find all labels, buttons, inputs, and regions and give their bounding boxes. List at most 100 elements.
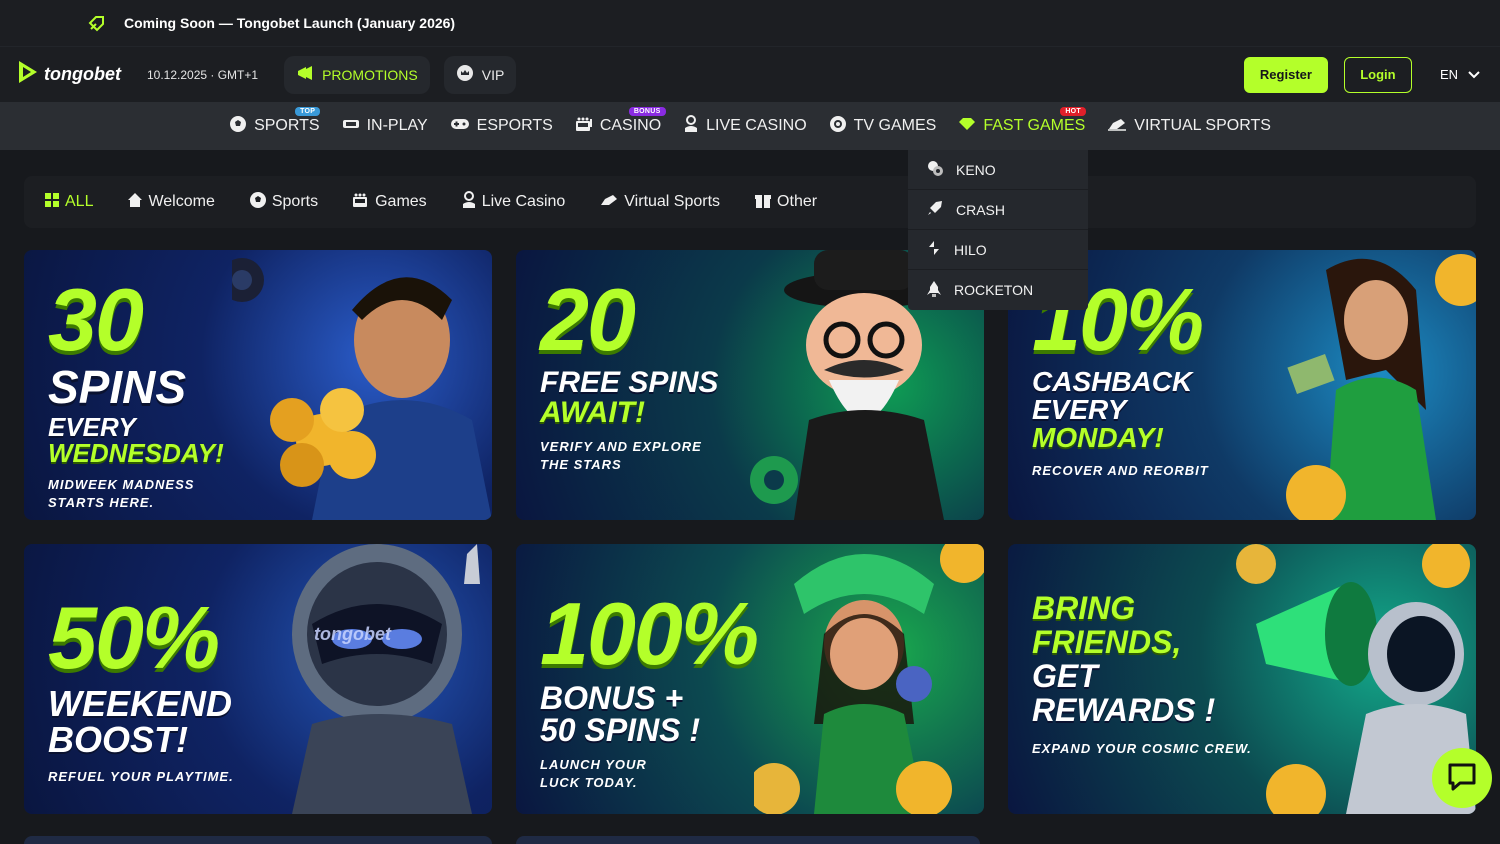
dealer-icon <box>683 114 699 138</box>
card-headline-number: 20 <box>540 270 636 369</box>
nav-tv-games-label: TV GAMES <box>853 117 937 134</box>
nav-virtual-sports[interactable]: VIRTUAL SPORTS <box>1107 102 1271 150</box>
top-badge: TOP <box>295 107 321 116</box>
logo-icon <box>16 59 40 90</box>
dropdown-item-hilo-label: HILO <box>954 241 987 258</box>
announcement-text: Coming Soon — Tongobet Launch (January 2… <box>124 15 456 31</box>
live-chat-button[interactable] <box>1432 748 1492 808</box>
astronaut-helmet-illustration <box>292 544 480 814</box>
filter-welcome-label: Welcome <box>148 193 215 210</box>
card-line: REWARDS ! <box>1032 692 1216 728</box>
card-line: WEDNESDAY! <box>48 438 224 468</box>
promo-card-partial[interactable] <box>516 836 980 844</box>
megaphone-icon <box>296 65 314 84</box>
woman-with-cash-illustration <box>1286 254 1476 520</box>
card-line: MONDAY! <box>1032 422 1164 453</box>
filter-games-label: Games <box>375 193 427 210</box>
gift-icon <box>754 191 772 214</box>
nav-in-play-label: IN-PLAY <box>366 117 428 134</box>
vip-label: VIP <box>481 66 505 83</box>
promotions-label: PROMOTIONS <box>322 66 418 83</box>
card-line: 50 SPINS ! <box>540 712 701 748</box>
promo-card[interactable]: 100% BONUS + 50 SPINS ! LAUNCH YOUR LUCK … <box>516 544 984 814</box>
hot-badge: HOT <box>1060 107 1087 116</box>
promo-card[interactable]: 30 SPINS EVERY WEDNESDAY! MIDWEEK MADNES… <box>24 250 492 520</box>
filter-games[interactable]: Games <box>352 192 427 213</box>
mascot-with-coins-illustration <box>232 258 492 520</box>
soccer-ball-icon <box>229 115 247 138</box>
dropdown-item-keno-label: KENO <box>956 161 996 178</box>
filter-all-label: ALL <box>65 193 94 210</box>
card-subtext: LUCK TODAY. <box>540 774 638 790</box>
filter-live-casino[interactable]: Live Casino <box>461 190 565 214</box>
nav-virtual-sports-label: VIRTUAL SPORTS <box>1134 117 1271 134</box>
card-subtext: THE STARS <box>540 456 622 472</box>
nav-fast-games-label: FAST GAMES <box>983 117 1086 134</box>
helmet-logo-text: tongobet <box>314 624 391 644</box>
card-headline: BRING <box>1032 590 1136 626</box>
nav-live-casino-label: LIVE CASINO <box>706 117 807 134</box>
rocketon-icon <box>926 280 942 301</box>
card-headline-number: 30 <box>48 270 144 369</box>
filter-virtual-sports-label: Virtual Sports <box>624 193 721 210</box>
language-label: EN <box>1439 67 1458 82</box>
card-line: EVERY <box>1032 394 1127 425</box>
nav-casino-label: CASINO <box>599 117 662 134</box>
card-subtext: EXPAND YOUR COSMIC CREW. <box>1032 741 1252 756</box>
promo-card-partial[interactable] <box>24 836 492 844</box>
card-subtext: RECOVER AND REORBIT <box>1032 463 1209 478</box>
running-shoe-icon <box>1107 117 1127 136</box>
dealer-icon <box>461 190 477 214</box>
card-line: FRIENDS, <box>1032 624 1182 660</box>
login-button[interactable]: Login <box>1343 56 1412 93</box>
diamond-icon <box>958 117 976 136</box>
filter-welcome[interactable]: Welcome <box>127 192 215 213</box>
nav-sports[interactable]: SPORTS TOP <box>229 102 321 150</box>
card-subtext: REFUEL YOUR PLAYTIME. <box>48 769 234 784</box>
dropdown-item-hilo[interactable]: HILO <box>908 230 1088 270</box>
dropdown-item-rocketon-label: ROCKETON <box>954 282 1034 298</box>
nav-esports[interactable]: ESPORTS <box>450 102 553 150</box>
nav-live-casino[interactable]: LIVE CASINO <box>683 102 807 150</box>
soccer-ball-icon <box>249 191 267 214</box>
logo-text: tongobet <box>44 64 121 84</box>
filter-other[interactable]: Other <box>754 191 817 214</box>
home-icon <box>127 192 143 213</box>
card-headline: FREE SPINS <box>540 366 719 399</box>
main-nav: SPORTS TOP IN-PLAY ESPORTS CASINO BONUS … <box>0 102 1500 150</box>
running-shoe-icon <box>599 193 619 212</box>
card-subtext: MIDWEEK MADNESS <box>48 477 195 492</box>
filter-other-label: Other <box>777 193 818 210</box>
filter-all[interactable]: ALL <box>44 192 93 213</box>
dropdown-item-crash[interactable]: CRASH <box>908 190 1088 230</box>
rocket-icon <box>926 199 944 220</box>
dropdown-item-rocketon[interactable]: ROCKETON <box>908 270 1088 310</box>
nav-tv-games[interactable]: TV GAMES <box>829 102 937 150</box>
language-selector[interactable]: EN <box>1440 67 1480 82</box>
card-headline: BONUS + <box>540 680 684 716</box>
dropdown-item-keno[interactable]: KENO <box>908 150 1088 190</box>
card-headline: WEEKEND <box>48 683 233 724</box>
promo-card[interactable]: BRING FRIENDS, GET REWARDS ! EXPAND YOUR… <box>1008 544 1476 814</box>
filter-virtual-sports[interactable]: Virtual Sports <box>599 193 720 212</box>
card-headline: CASHBACK <box>1032 366 1193 397</box>
register-button[interactable]: Register <box>1243 56 1328 93</box>
filter-sports[interactable]: Sports <box>249 191 318 214</box>
logo[interactable]: tongobet <box>16 59 121 90</box>
header: tongobet 10.12.2025 · GMT+1 PROMOTIONS V… <box>0 46 1500 102</box>
nav-casino[interactable]: CASINO BONUS <box>575 102 666 150</box>
nav-fast-games[interactable]: FAST GAMES HOT <box>958 102 1087 150</box>
dropdown-item-crash-label: CRASH <box>956 201 1006 218</box>
vip-button[interactable]: VIP <box>443 55 517 94</box>
card-line: EVERY <box>48 412 136 442</box>
hilo-arrows-icon <box>926 239 942 260</box>
promotions-button[interactable]: PROMOTIONS <box>284 55 430 94</box>
tribal-girl-illustration <box>754 544 984 814</box>
chevron-down-icon <box>1468 67 1480 82</box>
card-headline: SPINS <box>48 361 187 413</box>
card-subtext: VERIFY AND EXPLORE <box>540 439 702 454</box>
keno-balls-icon <box>926 159 944 180</box>
nav-in-play[interactable]: IN-PLAY <box>342 102 428 150</box>
promo-card[interactable]: 50% WEEKEND BOOST! REFUEL YOUR PLAYTIME.… <box>24 544 492 814</box>
card-subtext: LAUNCH YOUR <box>540 757 647 772</box>
